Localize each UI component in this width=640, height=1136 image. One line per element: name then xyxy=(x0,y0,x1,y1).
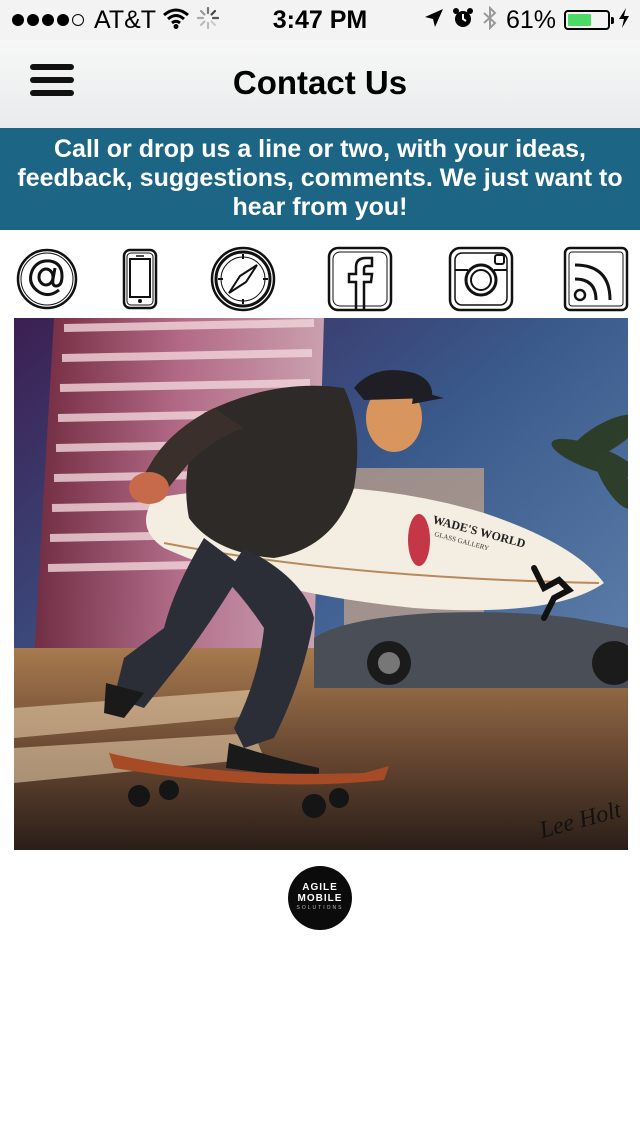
agile-mobile-logo[interactable]: AGILE MOBILE SOLUTIONS xyxy=(288,866,352,930)
status-bar: AT&T 3:47 PM 61% xyxy=(0,0,640,40)
alarm-clock-icon xyxy=(452,7,474,34)
intro-text: Call or drop us a line or two, with your… xyxy=(17,135,623,221)
logo-line1: AGILE xyxy=(302,882,338,893)
rss-feed-icon[interactable] xyxy=(563,246,629,312)
compass-safari-icon[interactable] xyxy=(210,246,276,312)
logo-line2: MOBILE xyxy=(297,893,343,904)
status-right: 61% xyxy=(424,5,630,35)
intro-banner: Call or drop us a line or two, with your… xyxy=(0,128,640,230)
battery-icon xyxy=(564,10,614,30)
email-at-icon[interactable] xyxy=(15,246,79,312)
battery-percent: 61% xyxy=(505,5,556,34)
battery-level xyxy=(568,14,592,26)
hero-photo: WADE'S WORLD GLASS GALLERY Lee Holt xyxy=(14,318,628,850)
logo-line3: SOLUTIONS xyxy=(296,905,344,911)
facebook-icon[interactable] xyxy=(327,246,393,312)
navigation-bar: Contact Us xyxy=(0,40,640,128)
contact-icons-row xyxy=(0,246,640,314)
charging-bolt-icon xyxy=(618,7,630,34)
location-arrow-icon xyxy=(424,8,444,33)
bluetooth-icon xyxy=(482,5,498,35)
phone-icon[interactable] xyxy=(121,246,159,312)
instagram-icon[interactable] xyxy=(448,246,514,312)
page-title: Contact Us xyxy=(232,64,408,101)
